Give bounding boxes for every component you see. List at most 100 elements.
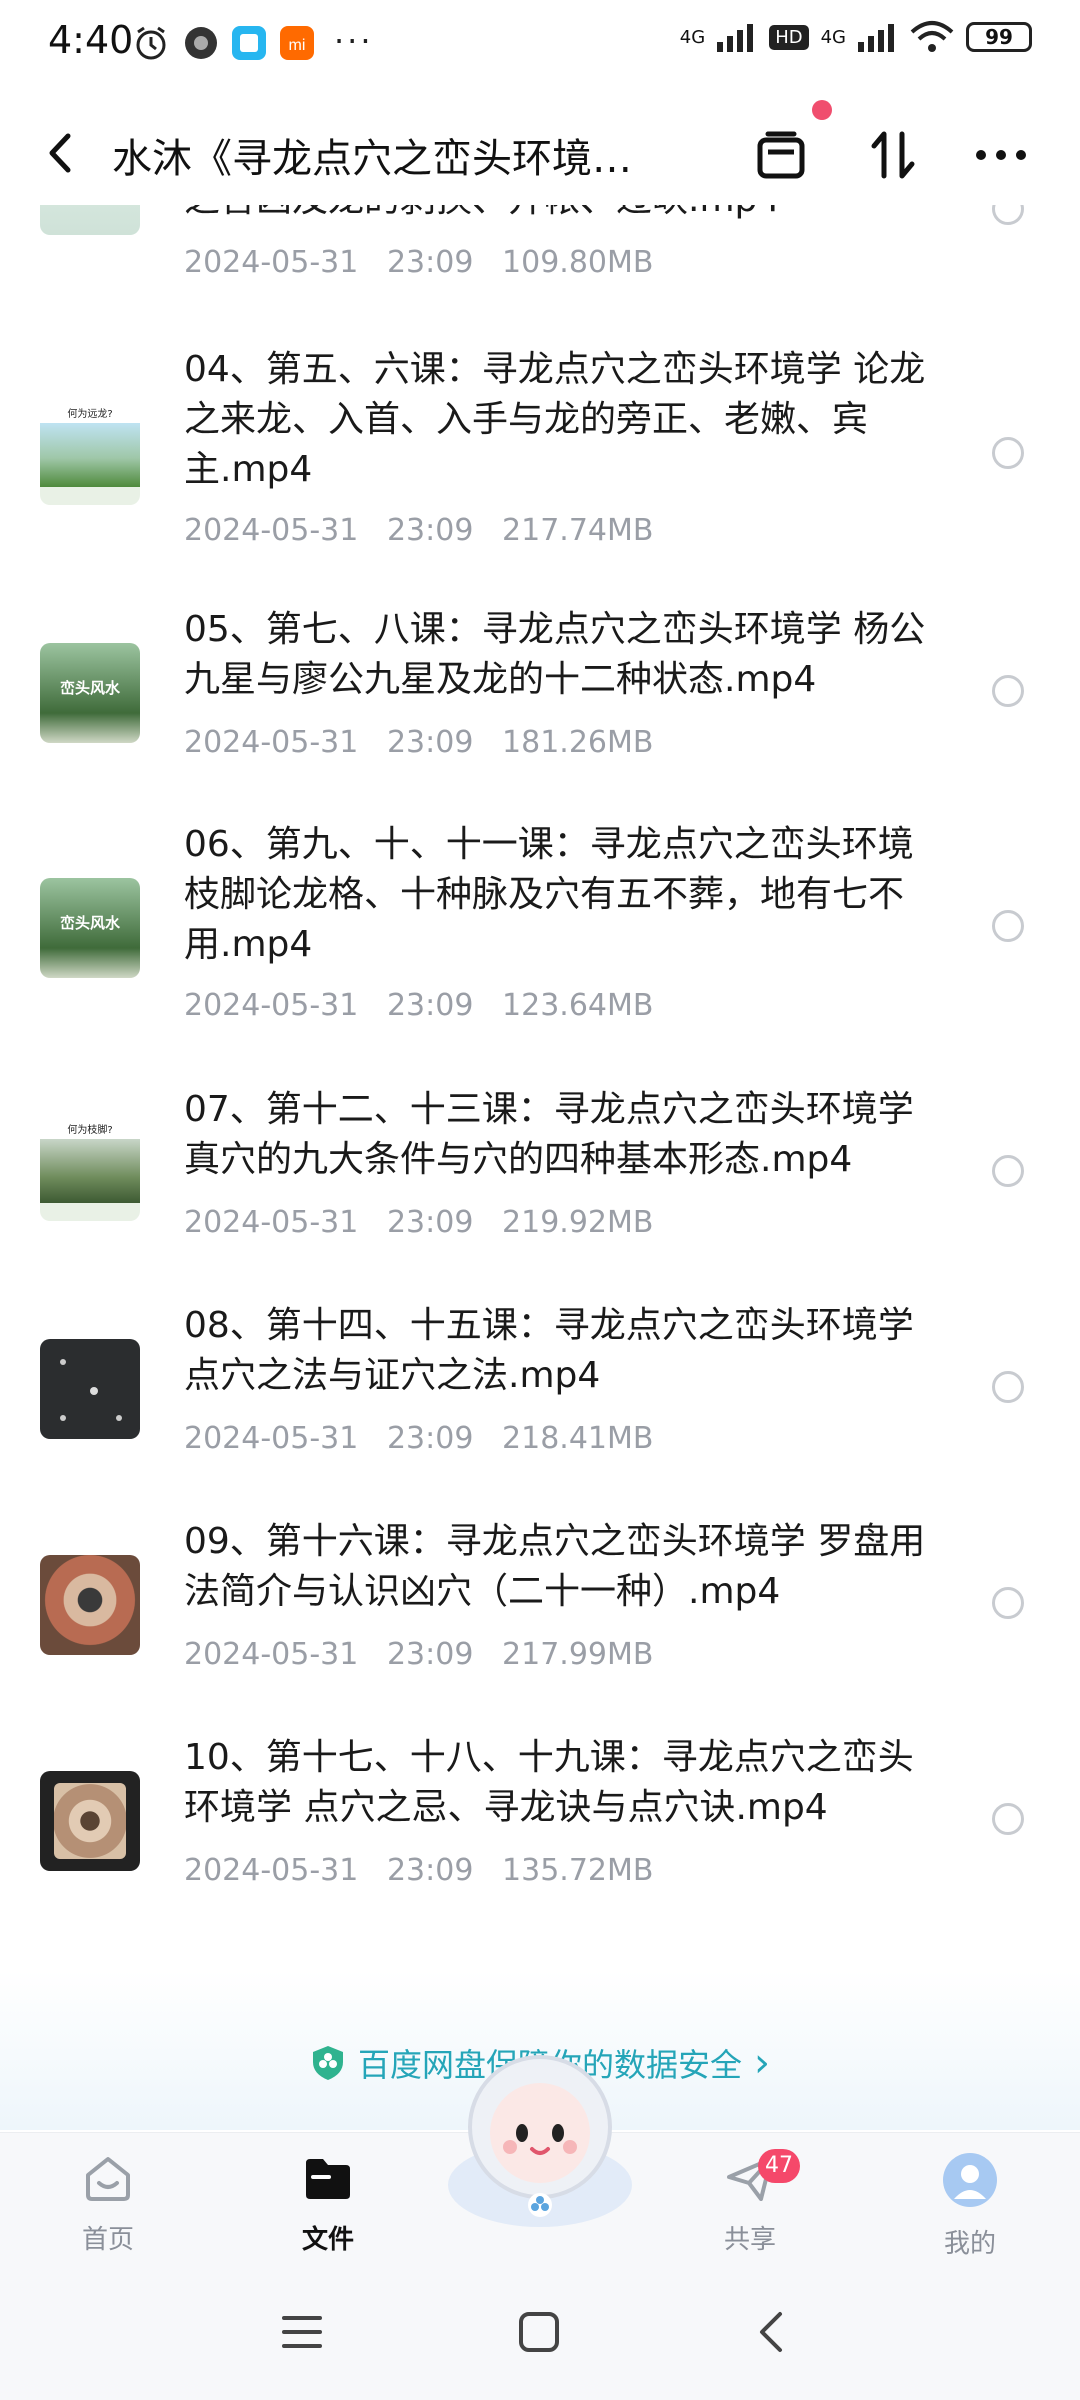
file-date: 2024-05-31	[184, 1421, 359, 1456]
notification-dot	[812, 100, 832, 120]
list-item[interactable]: 10、第十七、十八、十九课：寻龙点穴之峦头环境学 点穴之忌、寻龙诀与点穴诀.mp…	[0, 1733, 1080, 1893]
chevron-right-icon: ›	[754, 2040, 771, 2086]
file-name: 10、第十七、十八、十九课：寻龙点穴之峦头环境学 点穴之忌、寻龙诀与点穴诀.mp…	[184, 1737, 914, 1828]
status-time: 4:40	[48, 18, 134, 62]
signal-icon-2	[858, 24, 894, 52]
file-name: 08、第十四、十五课：寻龙点穴之峦头环境学 点穴之法与证穴之法.mp4	[184, 1305, 914, 1396]
file-name: 05、第七、八课：寻龙点穴之峦头环境学 杨公九星与廖公九星及龙的十二种状态.mp…	[184, 609, 926, 700]
file-date: 2024-05-31	[184, 1637, 359, 1672]
thumb-caption: 峦头风水	[59, 914, 120, 932]
system-navigation-bar	[0, 2262, 1080, 2400]
wifi-icon	[910, 21, 954, 52]
file-name: 04、第五、六课：寻龙点穴之峦头环境学 论龙之来龙、入首、入手与龙的旁正、老嫩、…	[184, 349, 926, 490]
nav-share-label: 共享	[723, 2225, 776, 2255]
file-size: 217.74MB	[502, 513, 654, 548]
file-time: 23:09	[386, 1205, 474, 1240]
nav-home-label: 首页	[81, 2225, 134, 2255]
list-item[interactable]: 峦头风水 06、第九、十、十一课：寻龙点穴之峦头环境枝脚论龙格、十种脉及穴有五不…	[0, 820, 1080, 1030]
app-notification-blue-icon	[232, 26, 266, 60]
nav-mine[interactable]: 我的	[910, 2151, 1030, 2260]
thumb-caption: 何为枝脚?	[67, 1125, 113, 1136]
select-radio[interactable]	[992, 437, 1024, 469]
file-name: 之言凶及龙的剥换、开帐、过峡.mp4	[184, 205, 944, 225]
file-time: 23:09	[386, 1853, 474, 1888]
select-radio[interactable]	[992, 1587, 1024, 1619]
select-radio[interactable]	[992, 1155, 1024, 1187]
file-meta: 2024-05-31 23:09 219.92MB	[184, 1205, 653, 1240]
file-date: 2024-05-31	[184, 245, 359, 280]
file-date: 2024-05-31	[184, 988, 359, 1023]
nav-share[interactable]: 47 共享	[690, 2149, 810, 2256]
file-date: 2024-05-31	[184, 1853, 359, 1888]
file-meta: 2024-05-31 23:09 181.26MB	[184, 725, 653, 760]
file-name: 07、第十二、十三课：寻龙点穴之峦头环境学真穴的九大条件与穴的四种基本形态.mp…	[184, 1089, 914, 1180]
video-thumbnail: 何为远龙?	[40, 405, 140, 505]
list-item[interactable]: 何为远龙? 04、第五、六课：寻龙点穴之峦头环境学 论龙之来龙、入首、入手与龙的…	[0, 345, 1080, 555]
file-date: 2024-05-31	[184, 513, 359, 548]
list-item[interactable]: 之言凶及龙的剥换、开帐、过峡.mp4 2024-05-31 23:09 109.…	[0, 205, 1080, 295]
home-icon	[86, 2157, 130, 2201]
select-radio[interactable]	[992, 910, 1024, 942]
file-name: 06、第九、十、十一课：寻龙点穴之峦头环境枝脚论龙格、十种脉及穴有五不葬，地有七…	[184, 824, 914, 965]
sort-icon[interactable]	[864, 126, 922, 184]
more-icon[interactable]	[972, 126, 1030, 184]
network-4g-label: 4G	[679, 26, 706, 48]
file-time: 23:09	[386, 513, 474, 548]
select-radio[interactable]	[992, 1371, 1024, 1403]
list-item[interactable]: 峦头风水 05、第七、八课：寻龙点穴之峦头环境学 杨公九星与廖公九星及龙的十二种…	[0, 605, 1080, 765]
file-size: 135.72MB	[502, 1853, 654, 1888]
file-size: 219.92MB	[502, 1205, 654, 1240]
list-item[interactable]: 09、第十六课：寻龙点穴之峦头环境学 罗盘用法简介与认识凶穴（二十一种）.mp4…	[0, 1517, 1080, 1677]
file-date: 2024-05-31	[184, 1205, 359, 1240]
select-radio[interactable]	[992, 675, 1024, 707]
folder-title: 水沐《寻龙点穴之峦头环境…	[112, 136, 632, 182]
signal-icon	[717, 24, 754, 52]
battery-indicator: 99	[966, 22, 1032, 52]
nav-home[interactable]: 首页	[48, 2151, 168, 2256]
file-meta: 2024-05-31 23:09 217.74MB	[184, 513, 653, 548]
video-thumbnail: 峦头风水	[40, 643, 140, 743]
back-arrow-icon[interactable]	[40, 128, 80, 178]
file-meta: 2024-05-31 23:09 123.64MB	[184, 988, 653, 1023]
video-thumbnail	[40, 1771, 140, 1871]
svg-text:mi: mi	[289, 37, 306, 54]
list-item[interactable]: 08、第十四、十五课：寻龙点穴之峦头环境学 点穴之法与证穴之法.mp4 2024…	[0, 1301, 1080, 1461]
network-4g-label-2: 4G	[820, 26, 846, 48]
share-badge: 47	[758, 2149, 800, 2183]
thumb-caption: 峦头风水	[59, 679, 120, 697]
shield-icon	[313, 2046, 343, 2080]
status-bar: 4:40 mi ··· 4G HD 4G 99	[0, 0, 1080, 90]
nav-files[interactable]: 文件	[268, 2151, 388, 2256]
file-time: 23:09	[386, 725, 474, 760]
alarm-icon	[136, 26, 166, 60]
home-square-icon[interactable]	[517, 2310, 561, 2354]
file-time: 23:09	[386, 1637, 474, 1672]
select-radio[interactable]	[992, 205, 1024, 225]
file-size: 217.99MB	[502, 1637, 654, 1672]
video-thumbnail	[40, 1555, 140, 1655]
menu-icon[interactable]	[280, 2312, 324, 2352]
mi-icon: mi	[280, 26, 314, 60]
nav-files-label: 文件	[301, 2225, 354, 2255]
file-size: 218.41MB	[502, 1421, 654, 1456]
folder-icon	[306, 2159, 350, 2199]
select-box-icon[interactable]	[752, 126, 810, 184]
top-app-bar: 水沐《寻龙点穴之峦头环境…	[0, 100, 1080, 210]
avatar-icon	[943, 2153, 997, 2207]
file-meta: 2024-05-31 23:09 109.80MB	[184, 245, 653, 280]
thumb-caption: 何为远龙?	[67, 409, 113, 420]
select-radio[interactable]	[992, 1803, 1024, 1835]
video-thumbnail: 何为枝脚?	[40, 1121, 140, 1221]
file-size: 181.26MB	[502, 725, 654, 760]
app-notification-icon	[185, 27, 217, 59]
file-time: 23:09	[386, 1421, 474, 1456]
video-thumbnail	[40, 1339, 140, 1439]
file-size: 109.80MB	[502, 245, 654, 280]
mascot-assistant-icon[interactable]	[440, 2035, 640, 2235]
file-time: 23:09	[386, 988, 474, 1023]
status-more: ···	[334, 22, 374, 60]
file-name: 09、第十六课：寻龙点穴之峦头环境学 罗盘用法简介与认识凶穴（二十一种）.mp4	[184, 1521, 926, 1612]
file-meta: 2024-05-31 23:09 217.99MB	[184, 1637, 653, 1672]
list-item[interactable]: 何为枝脚? 07、第十二、十三课：寻龙点穴之峦头环境学真穴的九大条件与穴的四种基…	[0, 1085, 1080, 1245]
back-triangle-icon[interactable]	[756, 2310, 786, 2354]
